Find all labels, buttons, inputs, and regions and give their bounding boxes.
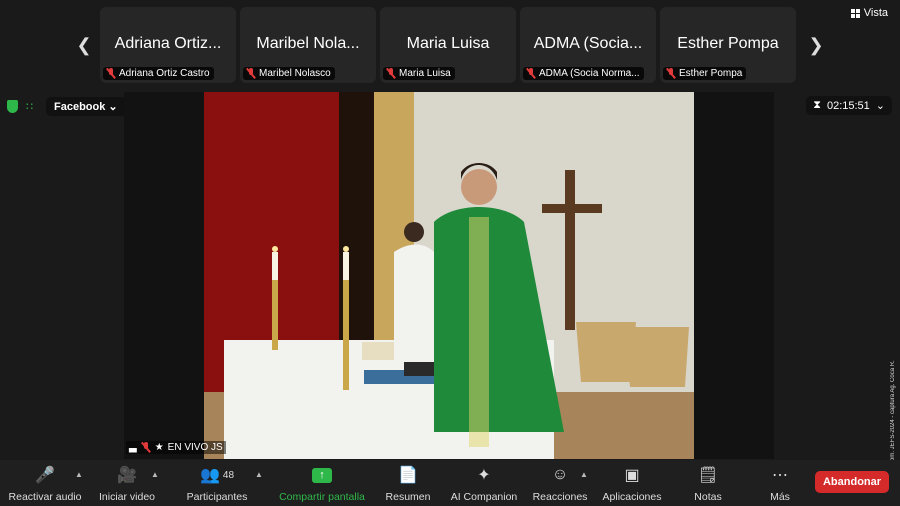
participant-display-name: ADMA (Socia... bbox=[533, 35, 643, 52]
summary-icon: 📄 bbox=[398, 467, 418, 484]
next-page-icon[interactable]: ❯ bbox=[806, 34, 826, 56]
video-frame bbox=[204, 92, 694, 459]
participant-name-tag: Maribel Nolasco bbox=[243, 67, 335, 80]
hourglass-icon: ⧗ bbox=[813, 99, 821, 111]
view-button[interactable]: Vista bbox=[850, 7, 888, 19]
mic-muted-icon bbox=[666, 68, 676, 79]
shared-video[interactable] bbox=[124, 92, 774, 459]
signal-bars-icon: ▃ bbox=[129, 442, 137, 453]
apps-icon: ▣ bbox=[624, 467, 640, 484]
participant-display-name: Esther Pompa bbox=[677, 35, 779, 52]
sparkle-icon: ✦ bbox=[477, 467, 491, 484]
security-shield-icon[interactable] bbox=[7, 100, 18, 113]
notes-button[interactable]: 🗒 Notas bbox=[690, 464, 726, 503]
participants-icon: 👥 bbox=[199, 467, 220, 484]
mic-muted-icon bbox=[526, 68, 536, 79]
leave-meeting-button[interactable]: Abandonar bbox=[815, 471, 889, 493]
participant-display-name: Maria Luisa bbox=[406, 35, 490, 52]
participant-tile[interactable]: Esther Pompa Esther Pompa bbox=[660, 7, 796, 83]
video-off-icon: 🎥 bbox=[117, 467, 137, 484]
participant-tile[interactable]: Maria Luisa Maria Luisa bbox=[380, 7, 516, 83]
mic-muted-icon bbox=[106, 68, 116, 79]
ai-companion-button[interactable]: ✦ AI Companion bbox=[448, 464, 520, 503]
connection-signal-icon[interactable]: ∷ bbox=[26, 100, 33, 113]
apps-button[interactable]: ▣ Aplicaciones bbox=[600, 464, 664, 503]
share-screen-button[interactable]: ↑ Compartir pantalla bbox=[276, 464, 368, 503]
mic-muted-icon bbox=[246, 68, 256, 79]
livestream-dropdown[interactable]: Facebook ⌄ bbox=[46, 97, 126, 116]
notes-icon: 🗒 bbox=[697, 467, 719, 484]
grid-view-icon bbox=[850, 8, 860, 18]
previous-page-icon[interactable]: ❮ bbox=[74, 34, 94, 56]
participant-tile[interactable]: Maribel Nola... Maribel Nolasco bbox=[240, 7, 376, 83]
more-button[interactable]: ⋯ Más bbox=[765, 464, 795, 503]
unmute-button[interactable]: 🎤 Reactivar audio bbox=[6, 464, 84, 503]
video-options-caret-icon[interactable]: ▲ bbox=[151, 470, 159, 479]
chevron-down-icon: ⌄ bbox=[108, 101, 118, 113]
participant-display-name: Adriana Ortiz... bbox=[114, 35, 222, 52]
meeting-toolbar: 🎤 Reactivar audio ▲ 🎥 Iniciar video ▲ 👥 … bbox=[0, 460, 900, 506]
share-arrow-icon: ↑ bbox=[312, 467, 332, 483]
participant-display-name: Maribel Nola... bbox=[256, 35, 360, 52]
chevron-down-icon: ⌄ bbox=[875, 100, 885, 112]
mic-muted-icon bbox=[141, 442, 151, 453]
participant-name-tag: ADMA (Socia Norma... bbox=[523, 67, 644, 80]
start-video-button[interactable]: 🎥 Iniciar video bbox=[96, 464, 158, 503]
participant-strip: ❮ Adriana Ortiz... Adriana Ortiz Castro … bbox=[0, 0, 900, 90]
mic-muted-icon bbox=[386, 68, 396, 79]
summary-button[interactable]: 📄 Resumen bbox=[384, 464, 432, 503]
mic-muted-icon: 🎤 bbox=[35, 467, 55, 484]
pin-icon: ★ bbox=[154, 442, 164, 453]
participants-options-caret-icon[interactable]: ▲ bbox=[255, 470, 263, 479]
participant-name-tag: Esther Pompa bbox=[663, 67, 747, 80]
audio-options-caret-icon[interactable]: ▲ bbox=[75, 470, 83, 479]
meeting-timer[interactable]: ⧗ 02:15:51 ⌄ bbox=[806, 96, 892, 115]
participant-name-tag: Maria Luisa bbox=[383, 67, 455, 80]
participants-count: 48 bbox=[222, 469, 235, 481]
participant-tile[interactable]: Adriana Ortiz... Adriana Ortiz Castro bbox=[100, 7, 236, 83]
live-indicator: ▃ ★ EN VIVO JS bbox=[126, 441, 226, 454]
more-dots-icon: ⋯ bbox=[772, 467, 788, 484]
participant-name-tag: Adriana Ortiz Castro bbox=[103, 67, 214, 80]
reactions-options-caret-icon[interactable]: ▲ bbox=[580, 470, 588, 479]
participants-button[interactable]: 👥 48 Participantes bbox=[183, 464, 251, 503]
participant-tile[interactable]: ADMA (Socia... ADMA (Socia Norma... bbox=[520, 7, 656, 83]
